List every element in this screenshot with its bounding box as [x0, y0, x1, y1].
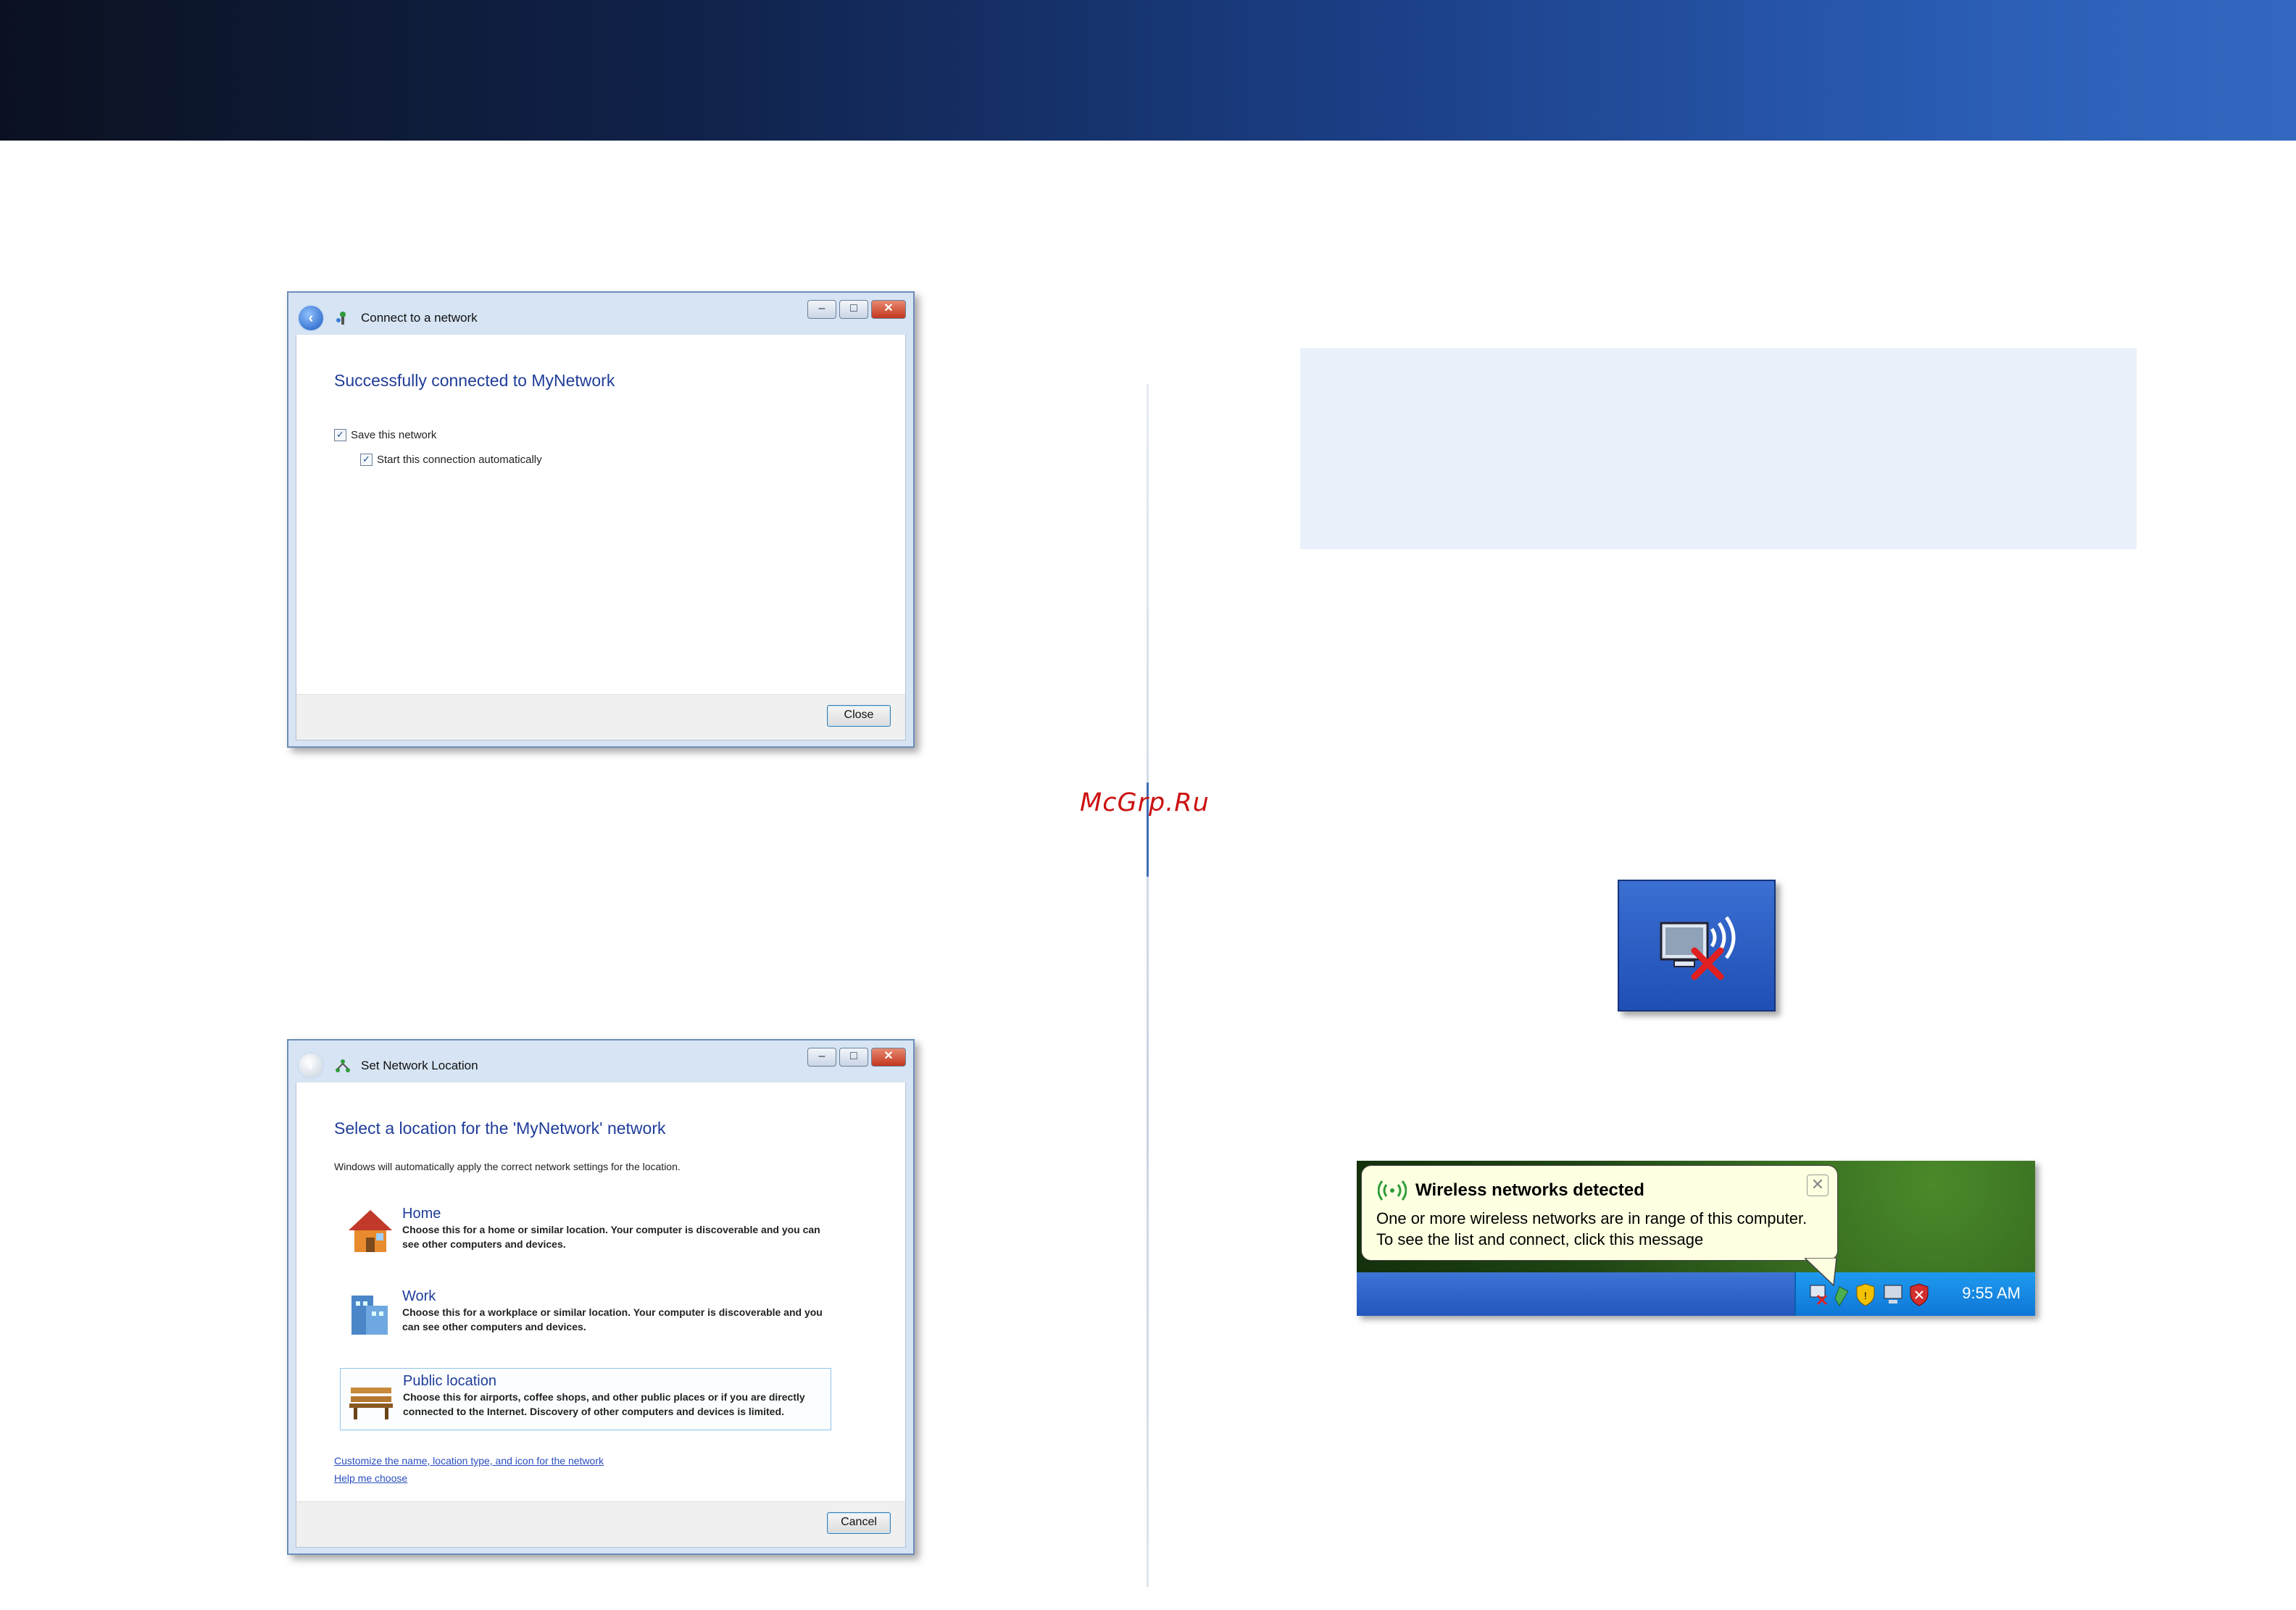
close-window-button[interactable]: ✕ [871, 300, 906, 319]
security-shield-icon[interactable]: ! [1856, 1283, 1875, 1306]
svg-text:!: ! [1864, 1290, 1867, 1301]
balloon-pointer [1805, 1258, 1837, 1287]
antivirus-icon[interactable] [1834, 1286, 1849, 1306]
back-arrow-icon: ‹ [308, 309, 314, 326]
option-description: Choose this for airports, coffee shops, … [403, 1391, 805, 1417]
location-option-work[interactable]: Work Choose this for a workplace or simi… [344, 1288, 830, 1340]
wireless-signal-icon [1378, 1180, 1407, 1201]
dialog-heading: Select a location for the 'MyNetwork' ne… [334, 1119, 666, 1138]
option-description: Choose this for a workplace or similar l… [402, 1306, 823, 1332]
wireless-networks-balloon[interactable]: Wireless networks detected ✕ One or more… [1361, 1165, 1838, 1261]
security-alert-icon[interactable] [1910, 1283, 1929, 1306]
balloon-message: One or more wireless networks are in ran… [1376, 1208, 1807, 1250]
back-button[interactable]: ‹ [297, 304, 325, 332]
dialog-heading: Successfully connected to MyNetwork [334, 371, 615, 390]
start-auto-checkbox[interactable]: ✓ Start this connection automatically [360, 454, 542, 466]
watermark: McGrp.Ru [1080, 788, 1210, 817]
title-bar: – □ ✕ ‹ Connect to a network [288, 293, 913, 335]
close-button[interactable]: Close [827, 705, 891, 727]
dialog-title: Set Network Location [361, 1059, 478, 1072]
wireless-tray-icon[interactable] [1810, 1285, 1828, 1306]
header-banner [0, 0, 2296, 141]
back-arrow-icon: ‹ [308, 1057, 314, 1074]
location-option-public[interactable]: Public location Choose this for airports… [340, 1368, 831, 1430]
balloon-close-button[interactable]: ✕ [1807, 1175, 1829, 1196]
option-title: Public location [403, 1373, 496, 1389]
balloon-title: Wireless networks detected [1415, 1180, 1644, 1200]
minimize-button[interactable]: – [807, 300, 836, 319]
balloon-line-2: To see the list and connect, click this … [1376, 1230, 1704, 1248]
option-description: Choose this for a home or similar locati… [402, 1224, 820, 1250]
dialog-body: Successfully connected to MyNetwork ✓ Sav… [296, 335, 906, 694]
back-button[interactable]: ‹ [297, 1052, 325, 1080]
work-building-icon [352, 1296, 388, 1335]
minimize-button[interactable]: – [807, 1048, 836, 1067]
network-connection-icon[interactable] [1884, 1285, 1902, 1304]
dialog-footer: Cancel [296, 1501, 906, 1548]
taskbar-clock[interactable]: 9:55 AM [1962, 1284, 2021, 1303]
network-location-dialog: – □ ✕ ‹ Set Network Location Select a lo… [287, 1039, 915, 1555]
checkbox-label: Start this connection automatically [377, 454, 542, 466]
save-network-checkbox[interactable]: ✓ Save this network [334, 429, 436, 441]
taskbar-screenshot: ! 9:55 AM Wireless networks detected ✕ O… [1357, 1161, 2035, 1316]
column-divider [1147, 384, 1149, 1587]
close-window-button[interactable]: ✕ [871, 1048, 906, 1067]
connect-dialog: – □ ✕ ‹ Connect to a network Successfull… [287, 291, 915, 748]
checkbox-checked-icon: ✓ [360, 454, 373, 466]
dialog-intro: Windows will automatically apply the cor… [334, 1161, 681, 1172]
location-option-home[interactable]: Home Choose this for a home or similar l… [344, 1206, 830, 1258]
checkbox-checked-icon: ✓ [334, 429, 346, 441]
title-bar: – □ ✕ ‹ Set Network Location [288, 1040, 913, 1083]
network-icon [336, 312, 346, 325]
home-icon [349, 1210, 392, 1252]
dialog-title: Connect to a network [361, 311, 478, 325]
balloon-line-1: One or more wireless networks are in ran… [1376, 1209, 1808, 1227]
customize-network-link[interactable]: Customize the name, location type, and i… [334, 1455, 604, 1467]
cancel-button[interactable]: Cancel [827, 1512, 891, 1534]
wireless-disconnected-icon [1660, 916, 1736, 980]
network-location-icon [336, 1059, 350, 1072]
dialog-body: Select a location for the 'MyNetwork' ne… [296, 1083, 906, 1501]
help-me-choose-link[interactable]: Help me choose [334, 1472, 407, 1484]
maximize-button[interactable]: □ [839, 1048, 868, 1067]
note-box [1300, 348, 2137, 549]
park-bench-icon [349, 1388, 393, 1419]
checkbox-label: Save this network [351, 429, 437, 441]
maximize-button[interactable]: □ [839, 300, 868, 319]
wireless-disconnected-tray-icon[interactable] [1618, 880, 1776, 1012]
option-title: Home [402, 1206, 441, 1222]
option-title: Work [402, 1288, 436, 1304]
dialog-footer: Close [296, 694, 906, 741]
